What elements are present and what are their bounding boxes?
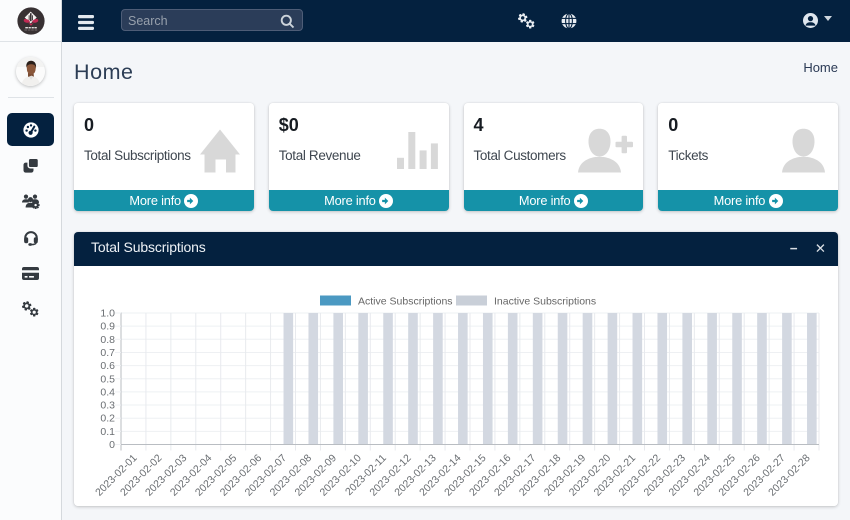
svg-text:0.9: 0.9 — [100, 321, 115, 333]
svg-text:Active Subscriptions: Active Subscriptions — [358, 296, 453, 308]
svg-text:0.5: 0.5 — [100, 373, 115, 385]
svg-text:1.0: 1.0 — [100, 308, 115, 320]
svg-text:0: 0 — [109, 439, 115, 451]
svg-text:0.7: 0.7 — [100, 347, 115, 359]
svg-text:0.1: 0.1 — [100, 426, 115, 438]
svg-text:0.4: 0.4 — [100, 386, 115, 398]
svg-text:0.2: 0.2 — [100, 413, 115, 425]
svg-text:0.6: 0.6 — [100, 360, 115, 372]
svg-text:Inactive Subscriptions: Inactive Subscriptions — [494, 296, 596, 308]
svg-text:0.8: 0.8 — [100, 334, 115, 346]
svg-text:0.3: 0.3 — [100, 400, 115, 412]
